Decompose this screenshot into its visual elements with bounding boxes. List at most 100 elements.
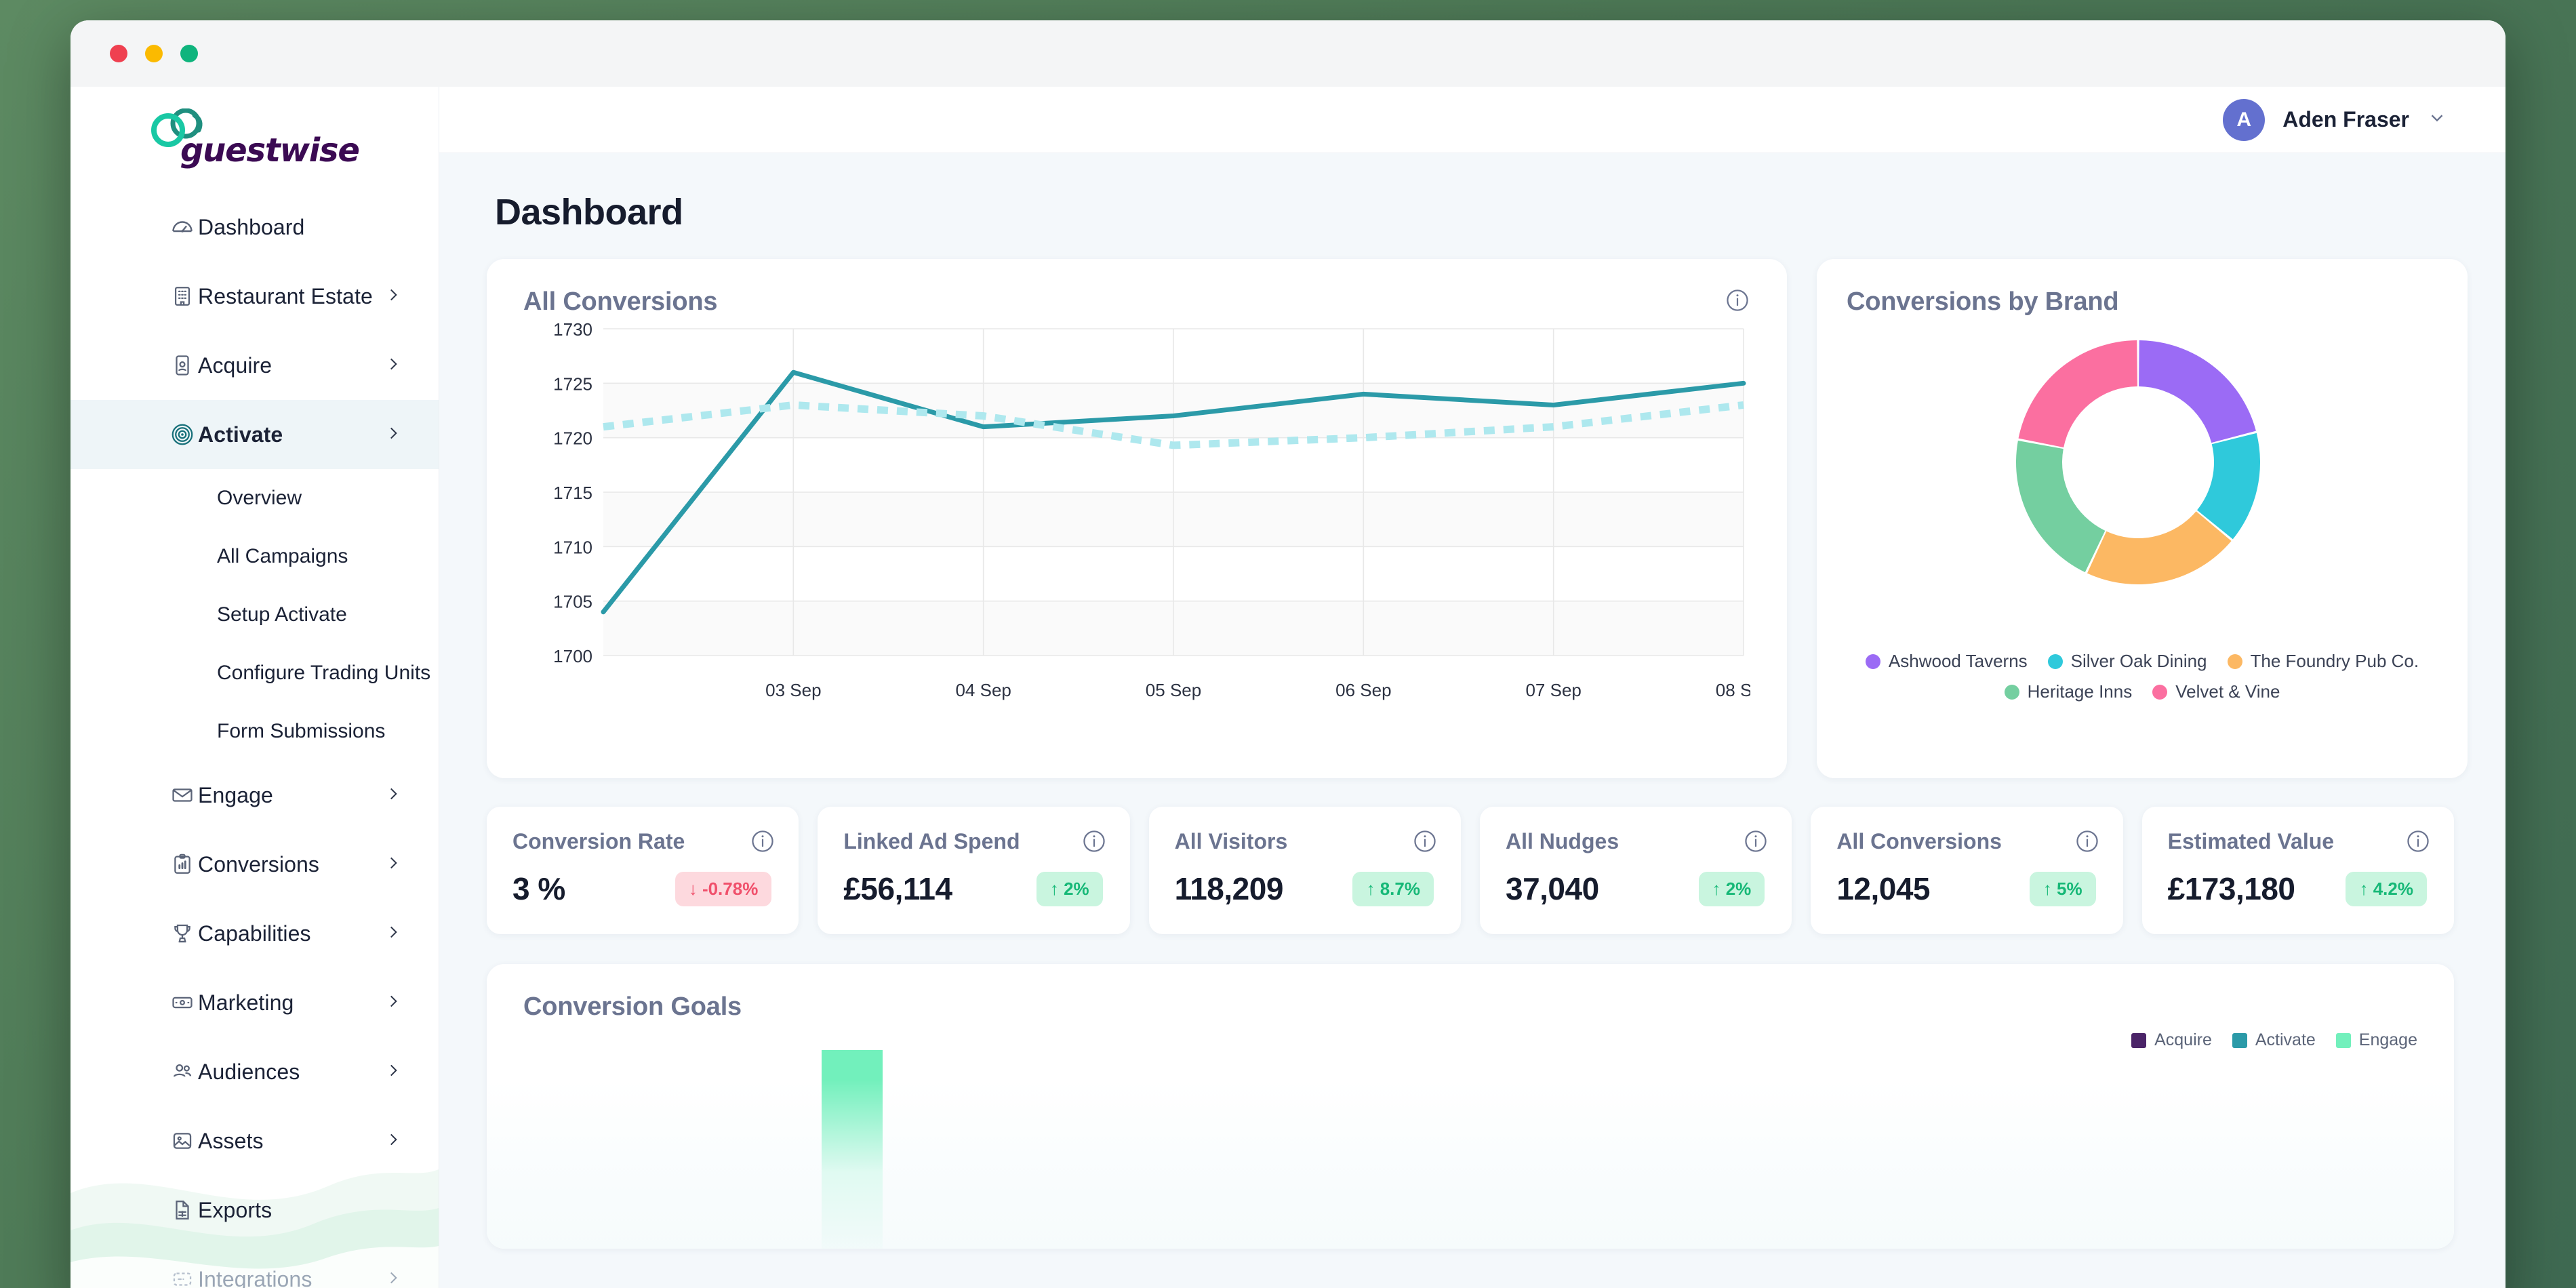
legend-item[interactable]: Engage: [2335, 1030, 2417, 1050]
user-menu[interactable]: A Aden Fraser: [2223, 98, 2447, 141]
chevron-right-icon: [384, 992, 402, 1013]
sidebar-item-conversions[interactable]: Conversions: [71, 830, 439, 899]
desktop-background: guestwise Dashboard Restaurant Estate Ac…: [0, 0, 2576, 1288]
card-title: All Conversions: [523, 287, 718, 316]
sidebar-item-label: Assets: [198, 1128, 264, 1153]
info-icon[interactable]: [2074, 828, 2100, 854]
conversion-goals-legend: Acquire Activate Engage: [2131, 1030, 2417, 1050]
kpi-card[interactable]: All Visitors 118,209 ↑ 8.7%: [1148, 807, 1461, 934]
svg-text:4000: 4000: [558, 1050, 594, 1053]
legend-label: Velvet & Vine: [2175, 681, 2280, 702]
sidebar-item-engage[interactable]: Engage: [71, 761, 439, 830]
target-icon: [169, 422, 195, 447]
sidebar-subitem-all-campaigns[interactable]: All Campaigns: [71, 527, 439, 586]
guestwise-logo-icon: [151, 108, 203, 147]
kpi-delta-badge: ↑ 4.2%: [2346, 871, 2427, 906]
main-content: A Aden Fraser Dashboard All Conversions: [439, 87, 2505, 1288]
sidebar-subitem-setup-activate[interactable]: Setup Activate: [71, 586, 439, 644]
sidebar-item-audiences[interactable]: Audiences: [71, 1037, 439, 1106]
legend-item[interactable]: Acquire: [2131, 1030, 2212, 1050]
sidebar-subitem-form-submissions[interactable]: Form Submissions: [71, 702, 439, 761]
building-icon: [169, 283, 195, 309]
kpi-delta-badge: ↑ 2%: [1698, 871, 1765, 906]
charts-row: All Conversions 1700 1705 1710 1715 1720 1725…: [487, 259, 2468, 778]
app-logo[interactable]: guestwise: [71, 87, 439, 193]
svg-text:08 Sep: 08 Sep: [1716, 680, 1750, 700]
page-title: Dashboard: [495, 192, 683, 233]
conversion-goals-card: Conversion Goals Acquire Activate Engage 4…: [487, 964, 2454, 1249]
info-icon[interactable]: [1725, 287, 1750, 313]
kpi-header: Conversion Rate: [512, 828, 776, 854]
donut-legend: Ashwood Taverns Silver Oak Dining The Foun…: [1847, 651, 2438, 702]
svg-text:1730: 1730: [553, 319, 592, 340]
sidebar-item-marketing[interactable]: Marketing: [71, 968, 439, 1037]
info-icon[interactable]: [750, 828, 776, 854]
minimize-window-button[interactable]: [145, 45, 163, 62]
sidebar-item-restaurant-estate[interactable]: Restaurant Estate: [71, 262, 439, 331]
kpi-value: 3 %: [512, 871, 565, 906]
chevron-right-icon: [384, 1131, 402, 1152]
kpi-card[interactable]: Estimated Value £173,180 ↑ 4.2%: [2141, 807, 2454, 934]
envelope-icon: [169, 782, 195, 808]
kpi-header: All Nudges: [1506, 828, 1769, 854]
legend-label: The Foundry Pub Co.: [2250, 651, 2419, 671]
donut-legend-item[interactable]: The Foundry Pub Co.: [2227, 651, 2419, 672]
info-icon[interactable]: [1081, 828, 1107, 854]
close-window-button[interactable]: [110, 45, 127, 62]
donut-legend-item[interactable]: Ashwood Taverns: [1865, 651, 2028, 672]
sidebar-item-acquire[interactable]: Acquire: [71, 331, 439, 400]
sidebar-item-capabilities[interactable]: Capabilities: [71, 899, 439, 968]
svg-text:1715: 1715: [553, 483, 592, 503]
sidebar-item-label: Audiences: [198, 1059, 300, 1084]
kpi-card[interactable]: Linked Ad Spend £56,114 ↑ 2%: [818, 807, 1130, 934]
kpi-body: £173,180 ↑ 4.2%: [2168, 870, 2431, 907]
legend-color-swatch: [2232, 1032, 2247, 1048]
sidebar-item-assets[interactable]: Assets: [71, 1106, 439, 1175]
gauge-icon: [169, 214, 195, 240]
info-icon[interactable]: [1412, 828, 1438, 854]
kpi-value: 12,045: [1836, 871, 1931, 906]
sidebar-item-label: Exports: [198, 1197, 273, 1222]
svg-text:1720: 1720: [553, 428, 592, 449]
kpi-header: All Conversions: [1836, 828, 2099, 854]
donut-legend-item[interactable]: Silver Oak Dining: [2047, 651, 2207, 672]
chevron-right-icon: [384, 1062, 402, 1083]
sidebar-item-exports[interactable]: Exports: [71, 1175, 439, 1245]
all-conversions-line-chart: 1700 1705 1710 1715 1720 1725 1730 03 Sep 04 Sep…: [553, 319, 1771, 700]
zoom-window-button[interactable]: [180, 45, 198, 62]
donut-legend-item[interactable]: Velvet & Vine: [2152, 681, 2280, 702]
legend-item[interactable]: Activate: [2232, 1030, 2316, 1050]
kpi-value: 118,209: [1174, 871, 1284, 906]
chevron-right-icon: [384, 1269, 402, 1288]
kpi-card[interactable]: All Nudges 37,040 ↑ 2%: [1479, 807, 1792, 934]
legend-color-swatch: [2335, 1032, 2351, 1048]
sidebar-item-dashboard[interactable]: Dashboard: [71, 193, 439, 262]
chevron-down-icon[interactable]: [2427, 108, 2447, 132]
chevron-right-icon: [384, 355, 402, 376]
svg-text:03 Sep: 03 Sep: [765, 680, 821, 700]
sidebar-subitem-overview[interactable]: Overview: [71, 469, 439, 527]
sidebar-subitem-configure-trading-units[interactable]: Configure Trading Units: [71, 644, 439, 702]
info-icon[interactable]: [2405, 828, 2431, 854]
card-title: Conversions by Brand: [1847, 287, 2119, 316]
sidebar-item-integrations[interactable]: Integrations: [71, 1245, 439, 1288]
info-icon[interactable]: [1743, 828, 1769, 854]
sidebar-item-label: Marketing: [198, 990, 294, 1015]
avatar: A: [2223, 98, 2266, 141]
banknote-icon: [169, 990, 195, 1015]
sidebar-item-label: Activate: [198, 422, 283, 447]
legend-color-dot: [2047, 653, 2063, 669]
sidebar-item-label: Integrations: [198, 1266, 313, 1288]
legend-color-dot: [2004, 684, 2019, 700]
legend-color-dot: [2227, 653, 2242, 669]
legend-color-swatch: [2131, 1032, 2147, 1048]
sidebar-item-label: Dashboard: [198, 214, 305, 239]
dashboard-content: Dashboard All Conversions 1700 1705 1710…: [439, 153, 2505, 1249]
kpi-card[interactable]: Conversion Rate 3 % ↓ -0.78%: [487, 807, 799, 934]
sidebar-item-activate[interactable]: Activate: [71, 400, 439, 469]
donut-legend-item[interactable]: Heritage Inns: [2004, 681, 2132, 702]
legend-color-dot: [2152, 684, 2168, 700]
kpi-card[interactable]: All Conversions 12,045 ↑ 5%: [1811, 807, 2123, 934]
chevron-right-icon: [384, 923, 402, 944]
file-export-icon: [169, 1197, 195, 1223]
